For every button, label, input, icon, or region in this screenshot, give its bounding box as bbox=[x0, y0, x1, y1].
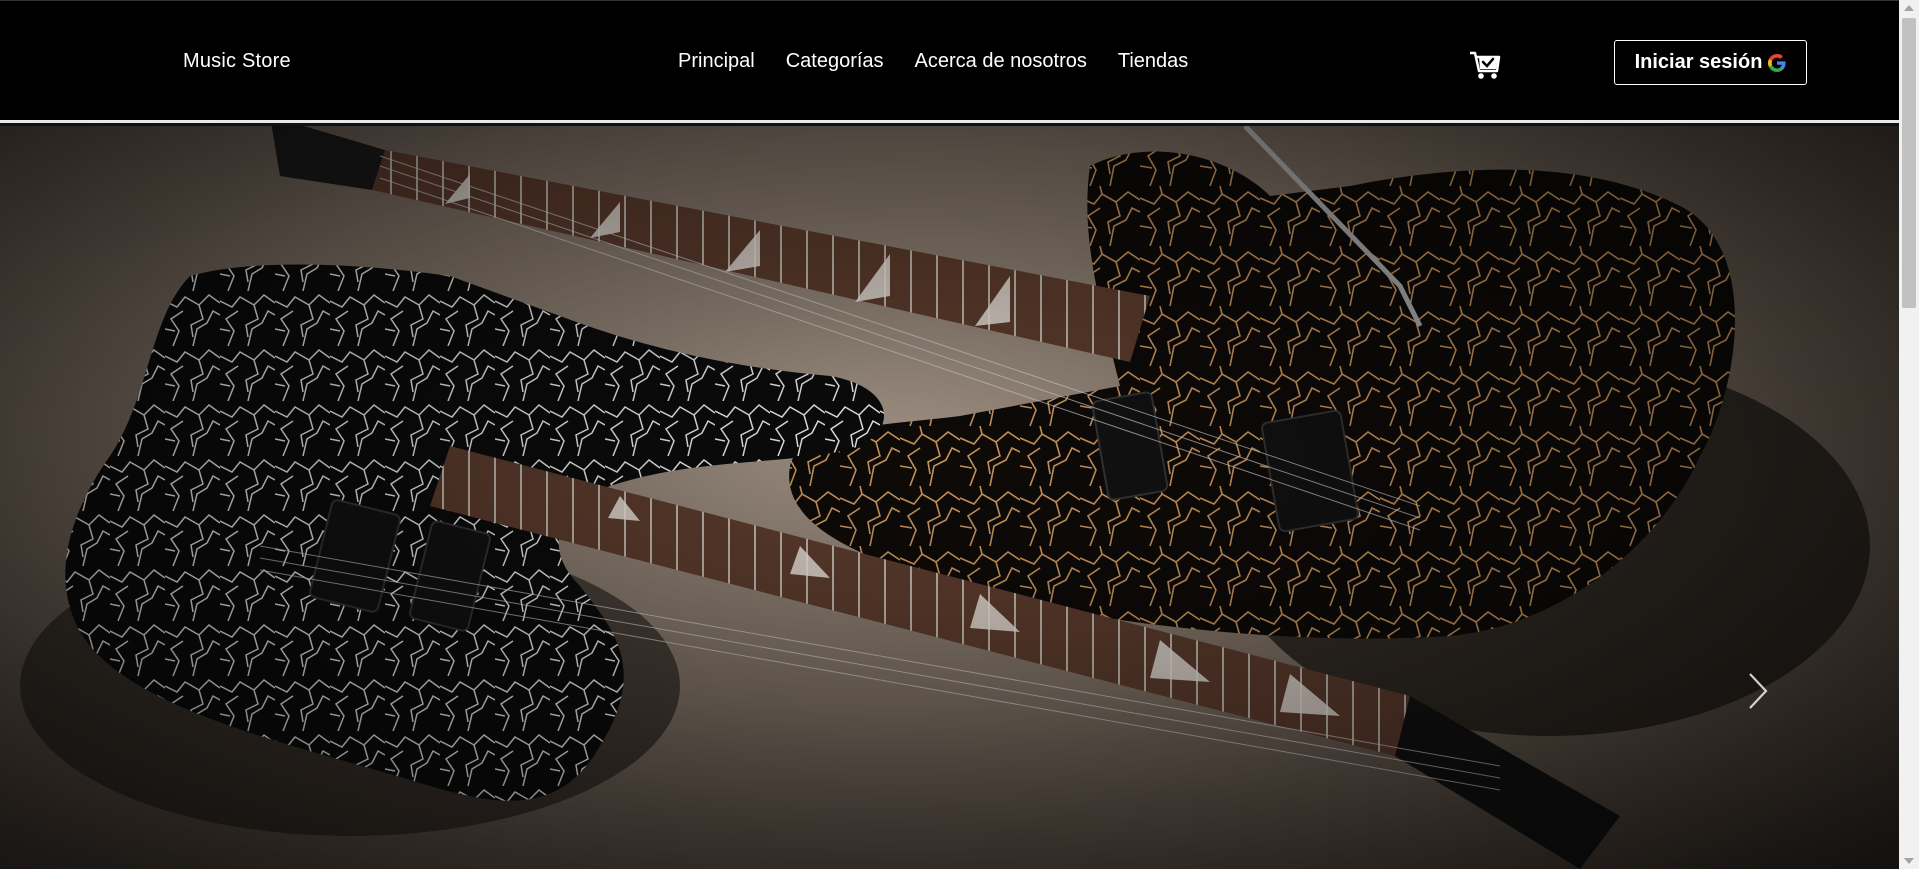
hero-carousel bbox=[0, 126, 1899, 869]
shopping-cart-icon[interactable] bbox=[1467, 47, 1503, 83]
google-icon bbox=[1768, 53, 1787, 72]
nav-link-acerca[interactable]: Acerca de nosotros bbox=[915, 50, 1087, 73]
page-scrollbar[interactable] bbox=[1899, 0, 1919, 869]
scroll-down-icon[interactable] bbox=[1904, 858, 1914, 864]
nav-link-tiendas[interactable]: Tiendas bbox=[1118, 50, 1188, 73]
login-label: Iniciar sesión bbox=[1634, 51, 1763, 73]
login-button[interactable]: Iniciar sesión bbox=[1614, 40, 1807, 85]
nav-link-categorias[interactable]: Categorías bbox=[786, 50, 884, 73]
scroll-up-icon[interactable] bbox=[1904, 5, 1914, 11]
nav-link-principal[interactable]: Principal bbox=[678, 50, 755, 73]
guitars-image bbox=[0, 126, 1899, 869]
brand-name[interactable]: Music Store bbox=[183, 50, 291, 73]
scroll-thumb[interactable] bbox=[1902, 18, 1916, 308]
nav-links: Principal Categorías Acerca de nosotros … bbox=[678, 50, 1188, 73]
top-navbar: Music Store Principal Categorías Acerca … bbox=[0, 0, 1899, 123]
carousel-next-icon[interactable] bbox=[1742, 666, 1772, 716]
